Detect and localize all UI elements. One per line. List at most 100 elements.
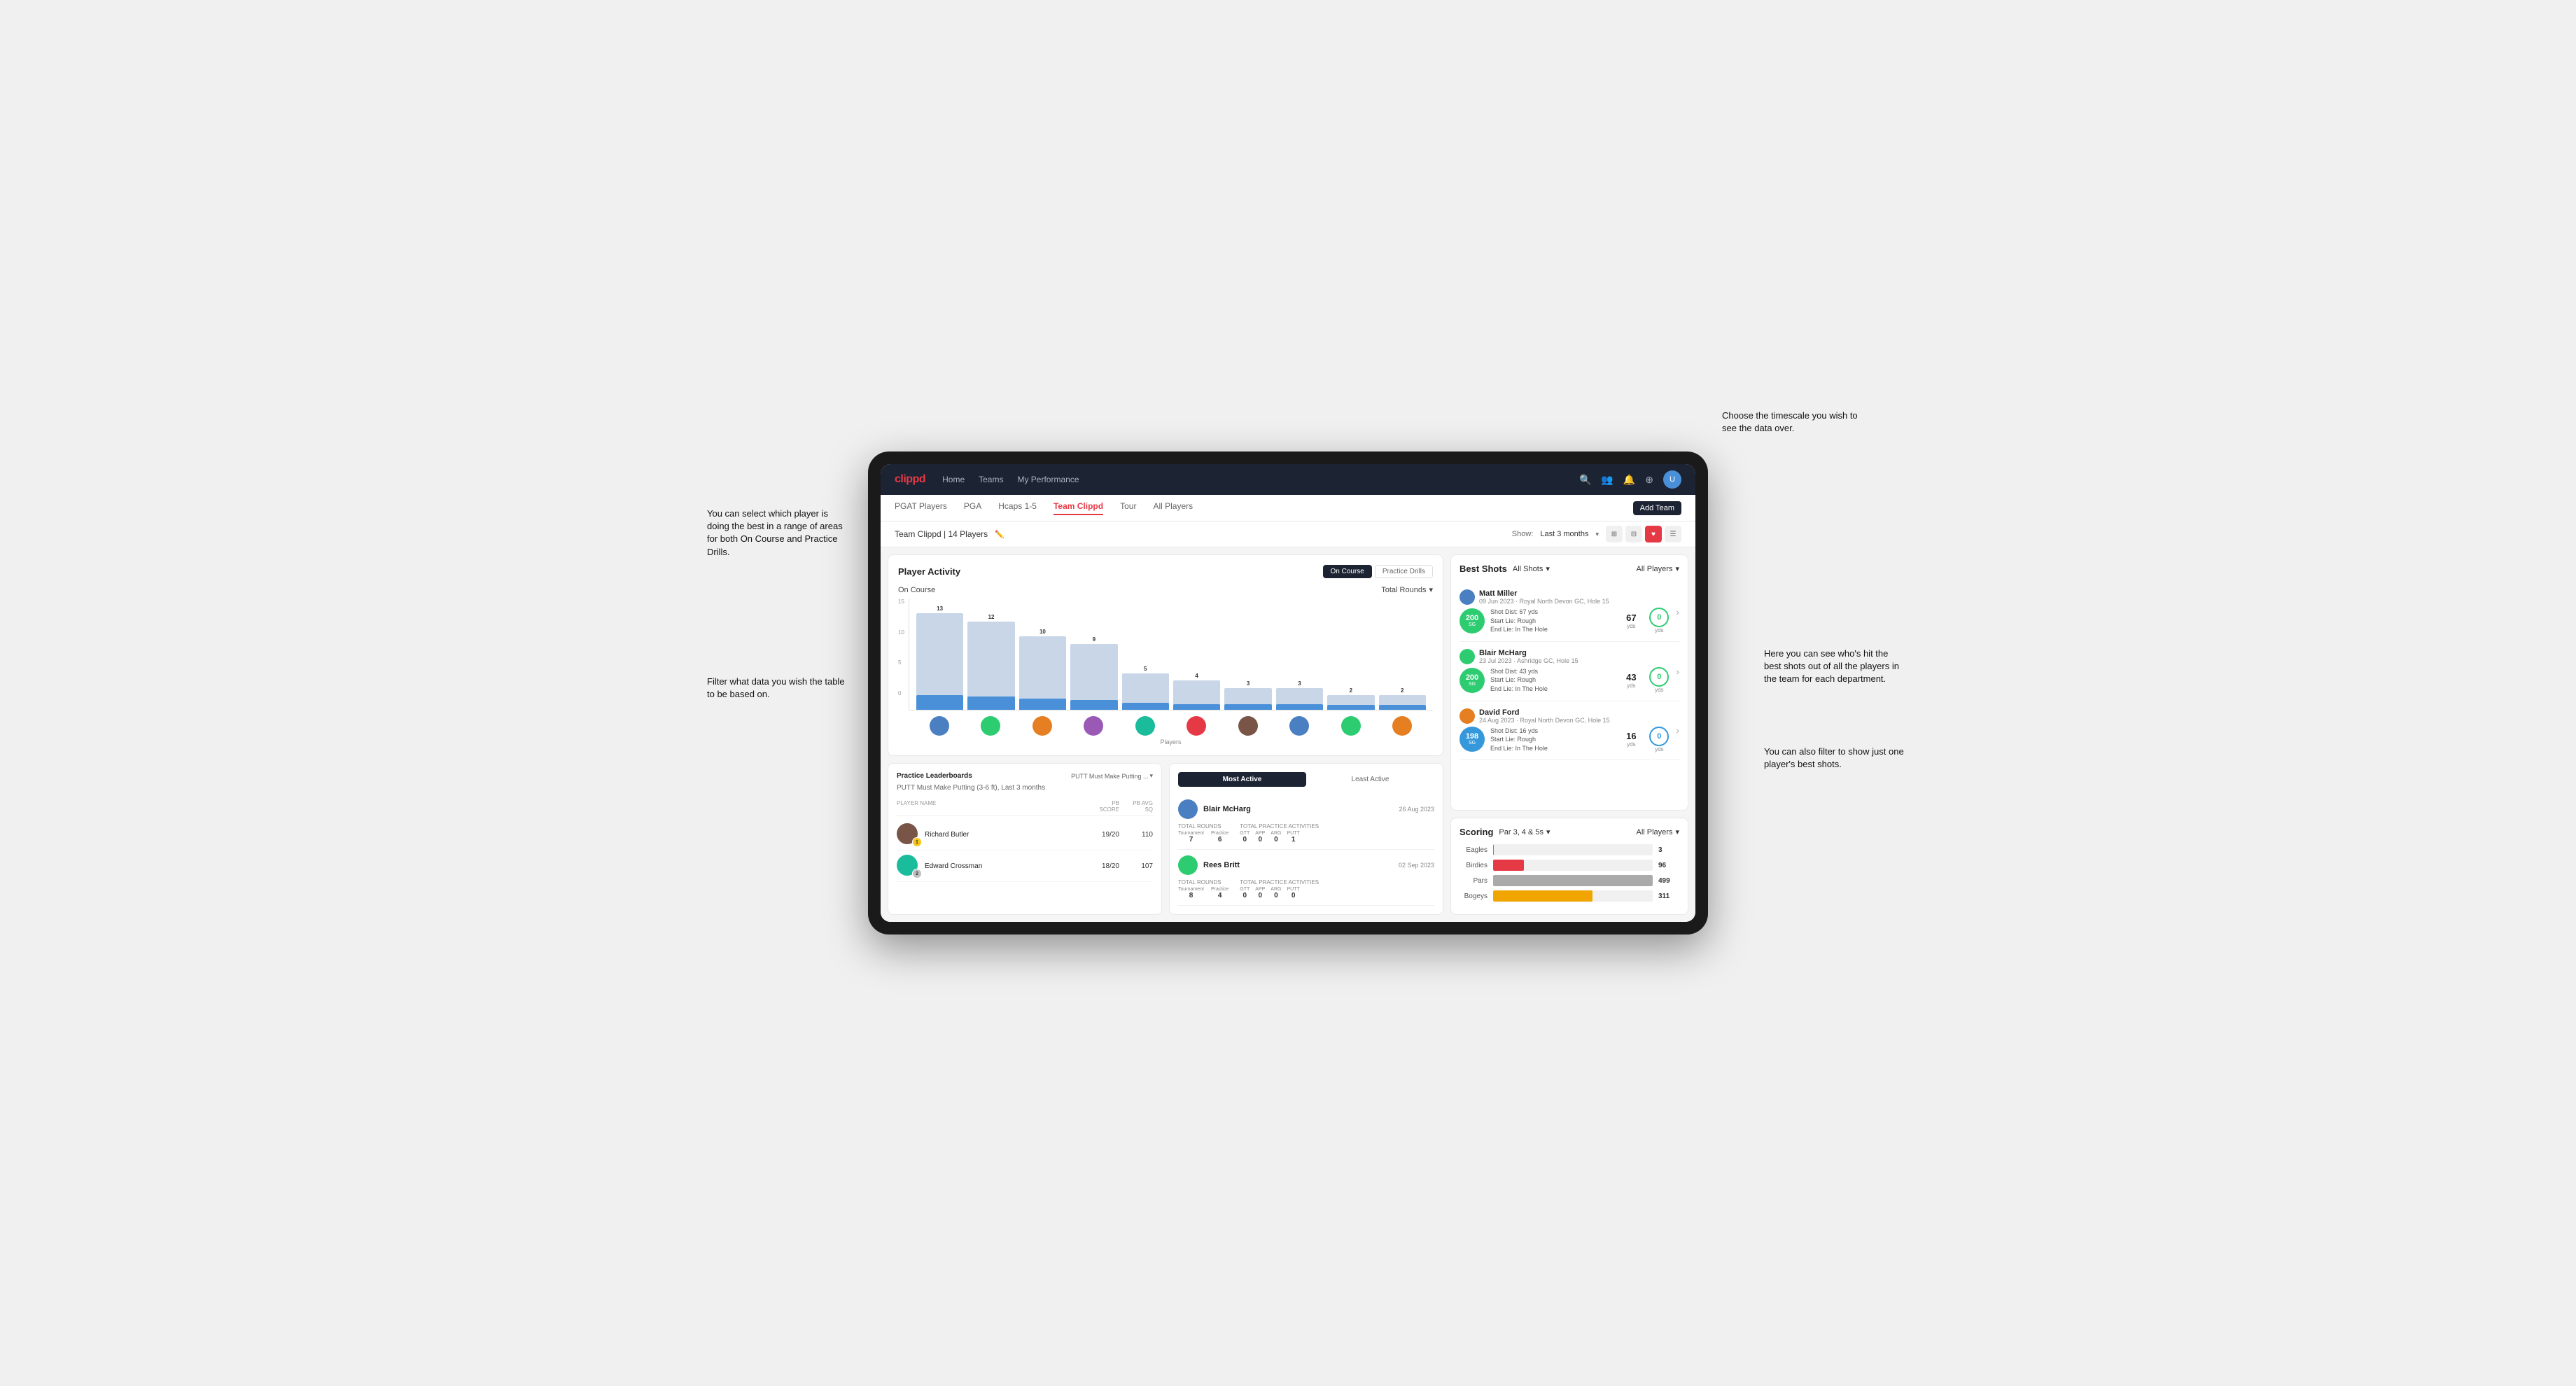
shot-metric-2a: 43 yds xyxy=(1620,672,1642,689)
most-active-tab[interactable]: Most Active xyxy=(1178,772,1306,787)
player-rank-avatar-1: 1 xyxy=(897,823,919,846)
total-rounds-group-1: Total Rounds Tournament 7 Practice xyxy=(1178,823,1228,844)
th-pb-score: PB SCORE xyxy=(1091,800,1119,813)
rounds-values-1: Tournament 7 Practice 6 xyxy=(1178,831,1228,844)
view-icons: ⊞ ⊟ ♥ ☰ xyxy=(1606,526,1681,542)
view-grid3-icon[interactable]: ⊟ xyxy=(1625,526,1642,542)
bar-hi-2 xyxy=(967,696,1014,710)
gtt-label-1: GTT xyxy=(1240,831,1250,836)
leaderboard-table-header: PLAYER NAME PB SCORE PB AVG SQ xyxy=(897,797,1153,816)
best-shots-player-filter[interactable]: All Players ▾ xyxy=(1637,564,1680,573)
bar-d-ford: 10 xyxy=(1019,629,1066,710)
subnav-all-players[interactable]: All Players xyxy=(1153,501,1193,515)
avatar-b-mcharg[interactable] xyxy=(930,716,949,736)
scoring-count-birdies: 96 xyxy=(1658,862,1679,869)
avatar-e-ebert[interactable] xyxy=(1135,716,1155,736)
avatar-l-robertson[interactable] xyxy=(1392,716,1412,736)
subnav-tour[interactable]: Tour xyxy=(1120,501,1136,515)
shot-metric-1a: 67 yds xyxy=(1620,612,1642,629)
chart-section-header: On Course Total Rounds ▾ xyxy=(898,585,1433,594)
top-nav: clippd Home Teams My Performance 🔍 👥 🔔 ⊕… xyxy=(881,464,1695,495)
subnav-hcaps[interactable]: Hcaps 1-5 xyxy=(998,501,1037,515)
shot-entry-2[interactable]: Blair McHarg 23 Jul 2023 · Ashridge GC, … xyxy=(1460,642,1679,701)
bell-icon[interactable]: 🔔 xyxy=(1623,474,1635,486)
sg-number-2: 200 xyxy=(1466,674,1478,682)
oncourse-toggle[interactable]: On Course xyxy=(1323,565,1372,578)
right-panel: Best Shots All Shots ▾ All Players ▾ xyxy=(1450,554,1688,915)
shot-sg-badge-1: 200 SG xyxy=(1460,608,1485,634)
scoring-count-bogeys: 311 xyxy=(1658,892,1679,900)
leaderboard-row-2[interactable]: 2 Edward Crossman 18/20 107 xyxy=(897,850,1153,882)
add-team-button[interactable]: Add Team xyxy=(1633,501,1681,515)
total-rounds-group-2: Total Rounds Tournament 8 Practice xyxy=(1178,879,1228,899)
edit-icon[interactable]: ✏️ xyxy=(995,530,1004,539)
avatar-d-ford[interactable] xyxy=(1032,716,1052,736)
bar-b-mcharg: 13 xyxy=(916,606,963,710)
best-shots-filter[interactable]: All Shots ▾ xyxy=(1513,564,1550,573)
least-active-tab[interactable]: Least Active xyxy=(1306,772,1434,787)
practice-toggle[interactable]: Practice Drills xyxy=(1375,565,1433,578)
avatar-r-butler[interactable] xyxy=(1238,716,1258,736)
scoring-player-filter-arrow: ▾ xyxy=(1675,827,1679,836)
shot-entry-3[interactable]: David Ford 24 Aug 2023 · Royal North Dev… xyxy=(1460,701,1679,761)
view-list-icon[interactable]: ☰ xyxy=(1665,526,1681,542)
users-icon[interactable]: 👥 xyxy=(1601,474,1613,486)
nav-my-performance[interactable]: My Performance xyxy=(1017,472,1079,487)
scoring-bar-wrap-pars xyxy=(1493,875,1653,886)
bar-r-butler: 3 xyxy=(1224,680,1271,710)
search-icon[interactable]: 🔍 xyxy=(1579,474,1591,486)
active-player-entry-2[interactable]: Rees Britt 02 Sep 2023 Total Rounds xyxy=(1178,850,1434,906)
leaderboard-filter-dropdown[interactable]: PUTT Must Make Putting ... ▾ xyxy=(1071,772,1153,780)
active-player-entry-1[interactable]: Blair McHarg 26 Aug 2023 Total Rounds xyxy=(1178,794,1434,850)
shot-detail-text-1: Shot Dist: 67 yds Start Lie: Rough End L… xyxy=(1490,608,1614,634)
shot-player-header-1: Matt Miller 09 Jun 2023 · Royal North De… xyxy=(1460,589,1670,605)
arg-value-1: 0 xyxy=(1270,836,1281,844)
view-heart-icon[interactable]: ♥ xyxy=(1645,526,1662,542)
chart-section-title: On Course xyxy=(898,586,935,594)
shot-metric-zero-2: 0 xyxy=(1649,667,1669,687)
y-label-10: 10 xyxy=(898,629,904,636)
avatar-g-billingham[interactable] xyxy=(1186,716,1206,736)
shot-player-info-1: Matt Miller 09 Jun 2023 · Royal North De… xyxy=(1460,589,1670,634)
nav-home[interactable]: Home xyxy=(942,472,965,487)
chart-dropdown[interactable]: Total Rounds ▾ xyxy=(1381,585,1433,594)
x-axis-label: Players xyxy=(909,738,1433,746)
shot-dist-2: Shot Dist: 43 yds xyxy=(1490,667,1614,676)
scoring-filter[interactable]: Par 3, 4 & 5s ▾ xyxy=(1499,827,1550,836)
bar-label-2a: 2 xyxy=(1350,687,1352,694)
show-select[interactable]: Last 3 months xyxy=(1540,530,1588,538)
best-shots-card: Best Shots All Shots ▾ All Players ▾ xyxy=(1450,554,1688,811)
leaderboard-row-1[interactable]: 1 Richard Butler 19/20 110 xyxy=(897,819,1153,850)
bar-container-10 xyxy=(1379,695,1426,710)
subnav-pgat[interactable]: PGAT Players xyxy=(895,501,947,515)
avatar-j-coles[interactable] xyxy=(1084,716,1103,736)
shot-player-info-2: Blair McHarg 23 Jul 2023 · Ashridge GC, … xyxy=(1460,649,1670,694)
bar-hi-1 xyxy=(916,695,963,710)
avatar-m-miller[interactable] xyxy=(1289,716,1309,736)
view-grid4-icon[interactable]: ⊞ xyxy=(1606,526,1623,542)
avatar-b-britt[interactable] xyxy=(981,716,1000,736)
shot-player-avatar-2 xyxy=(1460,649,1475,664)
user-avatar[interactable]: U xyxy=(1663,470,1681,489)
th-player-name: PLAYER NAME xyxy=(897,800,1086,813)
nav-teams[interactable]: Teams xyxy=(979,472,1003,487)
putt-label-1: PUTT xyxy=(1287,831,1299,836)
shot-entry-1[interactable]: Matt Miller 09 Jun 2023 · Royal North De… xyxy=(1460,582,1679,642)
bar-hi-8 xyxy=(1276,704,1323,710)
plus-circle-icon[interactable]: ⊕ xyxy=(1645,474,1653,486)
subnav-pga[interactable]: PGA xyxy=(964,501,981,515)
shot-dist-3: Shot Dist: 16 yds xyxy=(1490,727,1614,736)
bar-container-9 xyxy=(1327,695,1374,710)
scoring-bar-fill-pars xyxy=(1493,875,1653,886)
show-dropdown-arrow[interactable]: ▾ xyxy=(1595,531,1599,538)
practice-activities-group-1: Total Practice Activities GTT 0 APP xyxy=(1240,823,1319,844)
activities-values-2: GTT 0 APP 0 xyxy=(1240,887,1319,899)
sub-nav: PGAT Players PGA Hcaps 1-5 Team Clippd T… xyxy=(881,495,1695,522)
subnav-team-clippd[interactable]: Team Clippd xyxy=(1054,501,1103,515)
annotation-player-filter: You can also filter to show just one pla… xyxy=(1764,746,1904,771)
scoring-row-birdies: Birdies 96 xyxy=(1460,860,1679,871)
tournament-label-1: Tournament xyxy=(1178,831,1204,836)
scoring-player-filter[interactable]: All Players ▾ xyxy=(1637,827,1680,836)
avatar-e-crossman[interactable] xyxy=(1341,716,1361,736)
shot-detail-text-2: Shot Dist: 43 yds Start Lie: Rough End L… xyxy=(1490,667,1614,694)
